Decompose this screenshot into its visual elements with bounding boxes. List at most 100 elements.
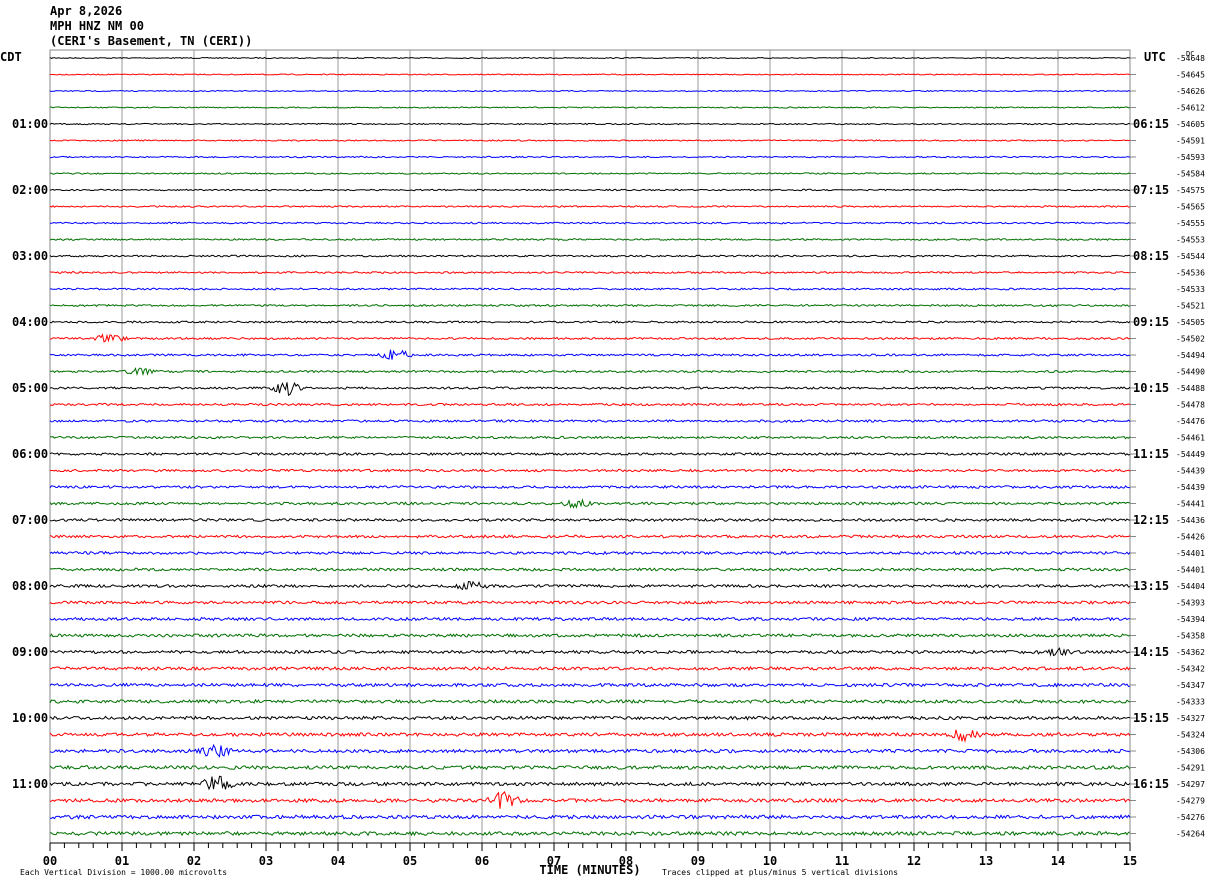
dc-offset-label: -54324: [1176, 731, 1205, 740]
seismic-trace: [49, 616, 1131, 622]
dc-offset-label: -54476: [1176, 417, 1205, 426]
cdt-hour-label: 11:00: [12, 777, 48, 791]
seismic-trace: [49, 381, 1131, 396]
cdt-hour-label: 03:00: [12, 249, 48, 263]
seismic-trace: [49, 814, 1131, 820]
cdt-hour-label: 02:00: [12, 183, 48, 197]
x-tick-label: 10: [763, 854, 777, 868]
seismic-trace: [49, 534, 1131, 539]
x-tick-label: 04: [331, 854, 345, 868]
dc-offset-label: -54521: [1176, 302, 1205, 311]
seismic-trace: [49, 633, 1131, 638]
dc-offset-label: -54362: [1176, 648, 1205, 657]
seismic-trace: [49, 435, 1131, 440]
helicorder-plot: 00 01 02 03 04 05 06 07 08 09 10 11 12 13 14 15-54648-5…: [0, 49, 1205, 877]
seismic-trace: [49, 682, 1131, 688]
seismic-trace: [49, 567, 1131, 572]
dc-offset-label: -54342: [1176, 665, 1205, 674]
seismic-trace: [49, 56, 1131, 60]
cdt-hour-label: 07:00: [12, 513, 48, 527]
x-tick-label: 15: [1123, 854, 1137, 868]
seismic-trace: [49, 303, 1131, 308]
dc-offset-label: -54490: [1176, 368, 1205, 377]
seismic-trace: [50, 155, 1131, 159]
seismic-trace: [49, 205, 1131, 208]
dc-offset-label: -54505: [1176, 318, 1205, 327]
utc-label: UTC: [1144, 50, 1166, 64]
x-tick-label: 11: [835, 854, 849, 868]
dc-offset-label: -54393: [1176, 599, 1205, 608]
seismic-trace: [49, 830, 1131, 837]
seismic-trace: [49, 402, 1131, 407]
utc-hour-label: 10:15: [1133, 381, 1169, 395]
utc-hour-label: 14:15: [1133, 645, 1169, 659]
seismic-trace: [49, 271, 1131, 275]
x-tick-label: 02: [187, 854, 201, 868]
cdt-hour-label: 01:00: [12, 117, 48, 131]
dc-offset-label: -54555: [1176, 219, 1205, 228]
cdt-label: CDT: [0, 50, 22, 64]
dc-offset-label: -54347: [1176, 681, 1205, 690]
seismic-trace: [49, 419, 1131, 423]
utc-hour-label: 11:15: [1133, 447, 1169, 461]
seismic-trace: [49, 139, 1131, 142]
seismic-trace: [49, 517, 1131, 523]
dc-offset-label: -54645: [1176, 71, 1205, 80]
dc-offset-label: -54584: [1176, 170, 1205, 179]
seismic-trace: [49, 468, 1131, 473]
seismic-trace: [49, 743, 1131, 758]
dc-offset-label: -54264: [1176, 830, 1205, 839]
seismic-trace: [50, 221, 1131, 225]
cdt-hour-label: 05:00: [12, 381, 48, 395]
x-tick-label: 05: [403, 854, 417, 868]
dc-offset-label: -54488: [1176, 384, 1205, 393]
dc-offset-label: -54544: [1176, 252, 1205, 261]
dc-offset-label: -54436: [1176, 516, 1205, 525]
utc-hour-label: 08:15: [1133, 249, 1169, 263]
seismic-trace: [49, 367, 1131, 377]
dc-offset-label: -54591: [1176, 137, 1205, 146]
dc-offset-label: -54306: [1176, 747, 1205, 756]
utc-hour-label: 15:15: [1133, 711, 1169, 725]
seismic-trace: [49, 764, 1131, 771]
dc-offset-label: -54358: [1176, 632, 1205, 641]
utc-hour-label: 06:15: [1133, 117, 1169, 131]
x-tick-label: 01: [115, 854, 129, 868]
cdt-hour-label: 06:00: [12, 447, 48, 461]
x-tick-label: 09: [691, 854, 705, 868]
seismic-trace: [49, 647, 1130, 657]
dc-offset-label: -54461: [1176, 434, 1205, 443]
seismic-trace: [49, 497, 1131, 509]
dc-offset-label: -54276: [1176, 813, 1205, 822]
seismic-trace: [49, 451, 1131, 457]
dc-offset-label: -54626: [1176, 87, 1205, 96]
plot-frame: [49, 49, 1131, 844]
dc-offset-label: -54439: [1176, 467, 1205, 476]
seismic-trace: [49, 580, 1131, 591]
dc-label: DC: [1186, 50, 1194, 58]
seismic-trace: [49, 238, 1131, 242]
dc-offset-label: -54394: [1176, 615, 1205, 624]
dc-offset-label: -54575: [1176, 186, 1205, 195]
x-tick-label: 03: [259, 854, 273, 868]
dc-offset-label: -54401: [1176, 566, 1205, 575]
dc-offset-label: -54333: [1176, 698, 1205, 707]
utc-hour-label: 09:15: [1133, 315, 1169, 329]
seismic-trace: [49, 172, 1131, 175]
seismic-trace: [49, 106, 1130, 109]
dc-offset-label: -54478: [1176, 401, 1205, 410]
seismic-trace: [49, 333, 1131, 343]
dc-offset-label: -54536: [1176, 269, 1205, 278]
clip-note: Traces clipped at plus/minus 5 vertical …: [662, 868, 898, 877]
seismic-trace: [49, 775, 1131, 791]
cdt-hour-label: 04:00: [12, 315, 48, 329]
dc-offset-label: -54533: [1176, 285, 1205, 294]
dc-offset-label: -54401: [1176, 549, 1205, 558]
dc-offset-label: -54439: [1176, 483, 1205, 492]
utc-hour-label: 07:15: [1133, 183, 1169, 197]
utc-hour-label: 16:15: [1133, 777, 1169, 791]
dc-offset-label: -54553: [1176, 236, 1205, 245]
dc-offset-label: -54612: [1176, 104, 1205, 113]
seismic-trace: [49, 600, 1131, 605]
dc-offset-label: -54297: [1176, 780, 1205, 789]
